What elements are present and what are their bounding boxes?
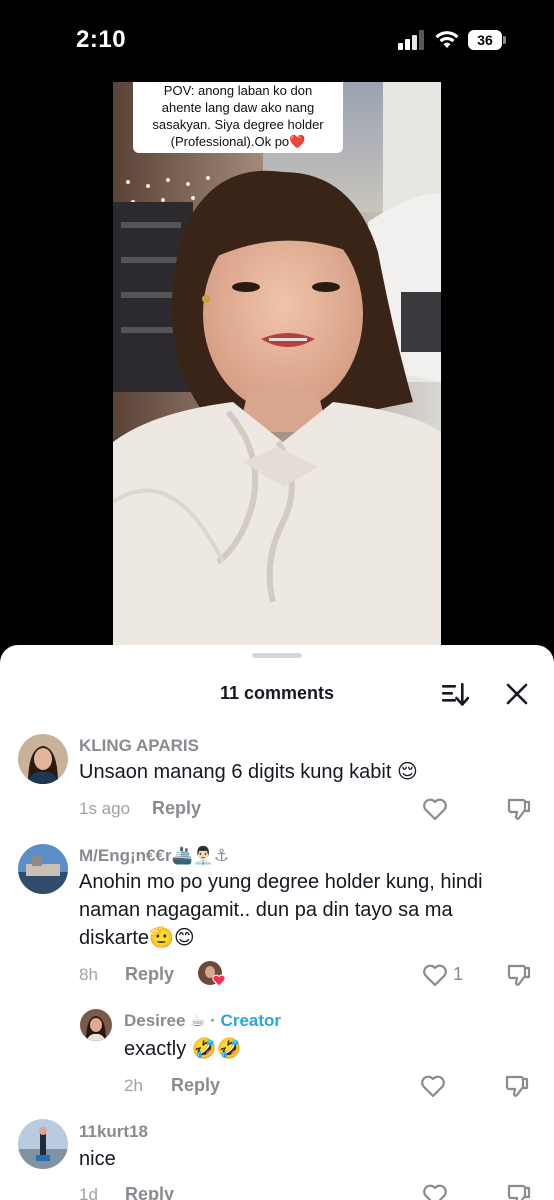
separator-dot: · <box>210 1011 216 1030</box>
creator-badge: Creator <box>220 1011 282 1030</box>
video-frame-image <box>113 82 441 650</box>
comment-text-line: diskarte🫡😊 <box>79 927 195 949</box>
comment-text-line: Anohin mo po yung degree holder kung, hi… <box>79 871 483 893</box>
avatar[interactable] <box>18 844 68 894</box>
caption-line: sasakyan. Siya degree holder <box>152 117 324 132</box>
battery-level: 36 <box>468 30 502 50</box>
creator-liked-heart-icon <box>212 974 226 987</box>
reply-button[interactable]: Reply <box>152 798 201 819</box>
avatar[interactable] <box>18 1119 68 1169</box>
dislike-icon[interactable] <box>506 962 532 988</box>
comment-time: 1s ago <box>79 799 131 818</box>
drag-handle[interactable] <box>252 653 302 658</box>
comments-count-title: 11 comments <box>219 683 335 703</box>
dislike-icon[interactable] <box>504 1073 530 1099</box>
heart-like-icon[interactable] <box>422 963 448 987</box>
status-time: 2:10 <box>76 26 127 53</box>
wifi-icon <box>435 31 459 48</box>
like-count: 1 <box>453 964 464 984</box>
comment-username[interactable]: 11kurt18 <box>79 1122 148 1142</box>
comment-text: Anohin mo po yung degree holder kung, hi… <box>79 868 539 952</box>
avatar[interactable] <box>18 734 68 784</box>
sort-icon[interactable] <box>441 681 469 707</box>
video-player[interactable]: POV: anong laban ko don ahente lang daw … <box>113 82 441 650</box>
comment-time: 2h <box>124 1076 143 1095</box>
reply-button[interactable]: Reply <box>125 1184 174 1200</box>
comment-item: 11kurt18 nice 1d Reply <box>0 1117 554 1200</box>
dislike-icon[interactable] <box>506 796 532 822</box>
caption-line: (Professional).Ok po <box>170 134 290 149</box>
comment-username[interactable]: Desiree ☕ · Creator <box>124 1011 281 1031</box>
comment-time: 1d <box>79 1185 98 1200</box>
heart-like-icon[interactable] <box>422 1183 448 1200</box>
comment-item: M/Eng¡n€€r🚢👨🏻‍💼⚓ Anohin mo po yung degre… <box>0 840 554 1000</box>
status-bar: 2:10 36 <box>0 0 554 82</box>
caption-line: POV: anong laban ko don <box>163 83 313 98</box>
comment-text: Unsaon manang 6 digits kung kabit 😌 <box>79 761 418 783</box>
comment-text-line: naman nagagamit.. dun pa din tayo sa ma <box>79 899 453 921</box>
close-icon[interactable] <box>505 682 529 706</box>
dislike-icon[interactable] <box>506 1182 532 1200</box>
reply-username[interactable]: Desiree ☕ <box>124 1011 205 1030</box>
comment-time: 8h <box>79 965 98 984</box>
reply-button[interactable]: Reply <box>125 964 174 985</box>
reply-item: Desiree ☕ · Creator exactly 🤣🤣 2h Reply <box>0 1007 554 1107</box>
heart-like-icon[interactable] <box>422 797 448 821</box>
caption-line: ahente lang daw ako nang <box>161 100 315 115</box>
cellular-signal-icon <box>398 30 426 50</box>
comment-username[interactable]: M/Eng¡n€€r🚢👨🏻‍💼⚓ <box>79 846 229 866</box>
battery-icon: 36 <box>468 30 506 50</box>
comment-item: KLING APARIS Unsaon manang 6 digits kung… <box>0 730 554 830</box>
heart-emoji: ❤️ <box>289 134 306 149</box>
video-caption: POV: anong laban ko don ahente lang daw … <box>133 82 343 153</box>
avatar[interactable] <box>80 1009 112 1041</box>
comment-username[interactable]: KLING APARIS <box>79 736 199 756</box>
comments-sheet: 11 comments KLING APARIS Unsaon manang 6… <box>0 645 554 1200</box>
comment-text: exactly 🤣🤣 <box>124 1038 242 1060</box>
reply-button[interactable]: Reply <box>171 1075 220 1096</box>
heart-like-icon[interactable] <box>420 1074 446 1098</box>
comment-text: nice <box>79 1148 116 1170</box>
